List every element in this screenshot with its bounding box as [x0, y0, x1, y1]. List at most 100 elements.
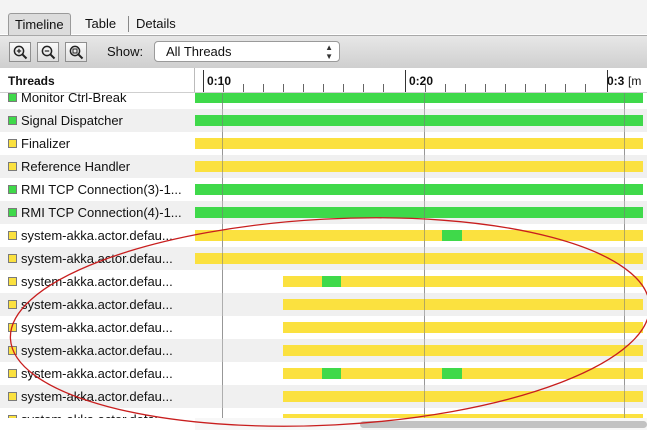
zoom-out-icon: [41, 45, 56, 60]
thread-row[interactable]: system-akka.actor.defau...: [0, 270, 647, 293]
minor-tick: [323, 84, 324, 92]
thread-row[interactable]: Monitor Ctrl-Break: [0, 93, 647, 109]
show-select-value: All Threads: [166, 44, 232, 59]
zoom-fit-icon: [69, 45, 84, 60]
tab-bar: Timeline Table Details: [0, 0, 647, 35]
thread-state-bar[interactable]: [282, 391, 643, 402]
thread-state-bar[interactable]: [442, 368, 462, 379]
thread-name: Finalizer: [21, 136, 71, 151]
minor-tick: [263, 84, 264, 92]
thread-state-swatch: [8, 392, 17, 401]
thread-row[interactable]: system-akka.actor.defau...: [0, 224, 647, 247]
zoom-in-button[interactable]: [9, 42, 31, 62]
zoom-in-icon: [13, 45, 28, 60]
thread-name: system-akka.actor.defau...: [21, 297, 173, 312]
minor-tick: [425, 84, 426, 92]
thread-name: system-akka.actor.defau...: [21, 228, 173, 243]
thread-row[interactable]: system-akka.actor.defau...: [0, 316, 647, 339]
thread-state-bar[interactable]: [321, 276, 342, 287]
thread-name: Signal Dispatcher: [21, 113, 123, 128]
minor-tick: [343, 84, 344, 92]
thread-name: system-akka.actor.defau...: [21, 412, 173, 418]
thread-state-bar[interactable]: [195, 93, 643, 103]
minor-tick: [283, 84, 284, 92]
time-gridline: [424, 93, 425, 418]
minor-tick: [303, 84, 304, 92]
thread-state-bar[interactable]: [282, 322, 643, 333]
tick-label: 0:10: [207, 74, 232, 88]
thread-name: RMI TCP Connection(4)-1...: [21, 205, 182, 220]
thread-name: Reference Handler: [21, 159, 131, 174]
thread-state-swatch: [8, 415, 17, 418]
thread-state-bar[interactable]: [195, 138, 643, 149]
thread-state-swatch: [8, 185, 17, 194]
thread-name: system-akka.actor.defau...: [21, 274, 173, 289]
thread-row[interactable]: RMI TCP Connection(4)-1...: [0, 201, 647, 224]
updown-arrows-icon: ▲ ▼: [325, 43, 333, 61]
toolbar: Show: All Threads ▲ ▼: [0, 35, 647, 69]
show-label: Show:: [107, 44, 144, 59]
thread-row[interactable]: system-akka.actor.defau...: [0, 247, 647, 270]
thread-row[interactable]: system-akka.actor.defau...: [0, 408, 647, 418]
tab-separator: [128, 16, 129, 32]
thread-row[interactable]: system-akka.actor.defau...: [0, 293, 647, 316]
thread-name: RMI TCP Connection(3)-1...: [21, 182, 182, 197]
minor-tick: [223, 84, 224, 92]
thread-state-bar[interactable]: [195, 230, 643, 241]
column-divider[interactable]: [194, 68, 195, 92]
thread-row[interactable]: system-akka.actor.defau...: [0, 385, 647, 408]
thread-state-bar[interactable]: [321, 368, 342, 379]
thread-state-bar[interactable]: [442, 230, 462, 241]
thread-timeline-body[interactable]: Monitor Ctrl-Break Signal Dispatcher Final…: [0, 93, 647, 418]
timeline-header: Threads 0:10 0:20 0:3 [m: [0, 68, 647, 93]
thread-name: system-akka.actor.defau...: [21, 343, 173, 358]
thread-row[interactable]: Finalizer: [0, 132, 647, 155]
minor-tick: [485, 84, 486, 92]
thread-state-swatch: [8, 300, 17, 309]
thread-state-bar[interactable]: [195, 253, 643, 264]
thread-name: system-akka.actor.defau...: [21, 366, 173, 381]
threads-column-header: Threads: [8, 74, 55, 88]
minor-tick: [585, 84, 586, 92]
thread-name: Monitor Ctrl-Break: [21, 93, 127, 105]
major-tick: [203, 70, 204, 92]
thread-state-swatch: [8, 116, 17, 125]
thread-state-bar[interactable]: [195, 207, 643, 218]
minor-tick: [445, 84, 446, 92]
thread-state-bar[interactable]: [282, 345, 643, 356]
thread-row[interactable]: system-akka.actor.defau...: [0, 339, 647, 362]
thread-state-bar[interactable]: [195, 161, 643, 172]
minor-tick: [363, 84, 364, 92]
thread-row[interactable]: system-akka.actor.defau...: [0, 362, 647, 385]
thread-state-bar[interactable]: [282, 299, 643, 310]
time-unit-label: [m: [628, 74, 642, 88]
thread-state-swatch: [8, 277, 17, 286]
thread-state-swatch: [8, 323, 17, 332]
thread-state-swatch: [8, 93, 17, 102]
minor-tick: [243, 84, 244, 92]
tick-label: 0:3: [607, 74, 625, 88]
zoom-fit-button[interactable]: [65, 42, 87, 62]
thread-name: system-akka.actor.defau...: [21, 320, 173, 335]
thread-state-bar[interactable]: [195, 184, 643, 195]
tab-table[interactable]: Table: [79, 13, 122, 35]
thread-state-bar[interactable]: [195, 115, 643, 126]
thread-row[interactable]: Reference Handler: [0, 155, 647, 178]
thread-state-swatch: [8, 254, 17, 263]
time-gridline: [222, 93, 223, 418]
zoom-out-button[interactable]: [37, 42, 59, 62]
minor-tick: [465, 84, 466, 92]
thread-row[interactable]: Signal Dispatcher: [0, 109, 647, 132]
minor-tick: [383, 84, 384, 92]
thread-row[interactable]: RMI TCP Connection(3)-1...: [0, 178, 647, 201]
tick-label: 0:20: [409, 74, 434, 88]
tab-timeline[interactable]: Timeline: [8, 13, 71, 35]
tab-details[interactable]: Details: [130, 13, 182, 35]
thread-name: system-akka.actor.defau...: [21, 389, 173, 404]
minor-tick: [565, 84, 566, 92]
scrollbar-thumb[interactable]: [360, 421, 647, 428]
show-threads-select[interactable]: All Threads ▲ ▼: [154, 41, 340, 62]
thread-state-swatch: [8, 346, 17, 355]
horizontal-scrollbar[interactable]: [195, 418, 647, 430]
thread-state-swatch: [8, 162, 17, 171]
